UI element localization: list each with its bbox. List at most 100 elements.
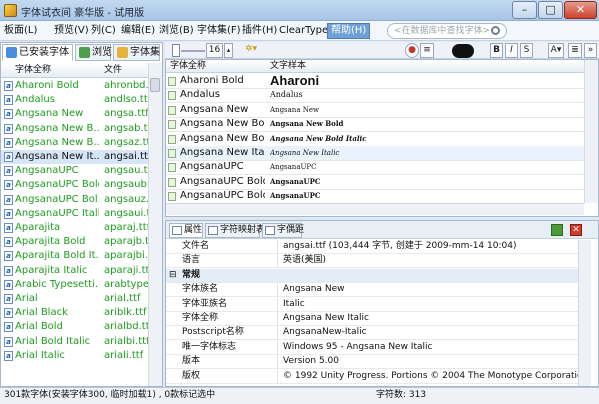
menu-panel[interactable]: 板面(L): [4, 24, 37, 38]
close-panel-icon[interactable]: ✕: [570, 224, 582, 236]
grid-row[interactable]: AngsanaUPC AngsanaUPC: [166, 160, 584, 176]
property-row[interactable]: 版本 Version 5.00: [166, 355, 578, 370]
font-file: aparaj.ttf: [104, 222, 148, 233]
font-list-row[interactable]: a Arial Black ariblk.ttf: [1, 306, 148, 320]
font-name: AngsanaUPC Bol...: [15, 193, 99, 205]
menu-browse[interactable]: 浏览(B): [159, 24, 194, 38]
font-style-icon[interactable]: A▾: [548, 43, 564, 58]
save-icon[interactable]: [551, 224, 563, 236]
tab-charmap[interactable]: 字符映射表: [205, 223, 265, 238]
size-spinner[interactable]: ▴: [224, 43, 233, 58]
col-file-header[interactable]: 文件: [104, 63, 122, 77]
font-list-row[interactable]: aAparajita Bold aparajb.ttf: [1, 235, 148, 249]
font-list-row[interactable]: aAngsanaUPC Italic angsaui.ttf: [1, 207, 148, 221]
menu-help[interactable]: 帮助(H): [327, 23, 371, 39]
property-group[interactable]: ⊟ 常规: [166, 268, 578, 283]
grid-row[interactable]: Angsana New Bold Angsana New Bold: [166, 117, 584, 133]
grid-font-sample: Angsana New Bold Italic: [270, 133, 367, 143]
size-field[interactable]: 16: [206, 43, 223, 58]
font-list-scrollbar[interactable]: [148, 63, 162, 386]
grid-row[interactable]: AngsanaUPC Bold I... AngsanaUPC: [166, 189, 584, 205]
close-button[interactable]: ✕: [564, 1, 597, 19]
font-list-row[interactable]: aArabic Typesetti... arabtype.ttf: [1, 278, 148, 292]
maximize-button[interactable]: □: [538, 1, 563, 19]
grid-hscrollbar[interactable]: [166, 203, 584, 215]
search-input[interactable]: <在数据库中查找字体>: [387, 23, 507, 39]
menu-fontset[interactable]: 字体集(F): [197, 24, 241, 38]
format-icon[interactable]: ≣: [568, 43, 582, 58]
strike-button[interactable]: S: [520, 43, 533, 58]
collapse-icon[interactable]: ⊟: [169, 269, 177, 282]
menu-preview[interactable]: 预览(V): [54, 24, 89, 38]
font-file: angsaui.ttf: [104, 207, 148, 219]
size-slider[interactable]: [181, 50, 205, 52]
grid-col-sample[interactable]: 文字样本: [270, 60, 306, 72]
font-list-row[interactable]: aAharoni Bold ahronbd.ttf: [1, 79, 148, 93]
size-slider-handle[interactable]: [172, 44, 180, 57]
property-row[interactable]: Postscript名称 AngsanaNew-Italic: [166, 326, 578, 341]
minimize-button[interactable]: –: [512, 1, 537, 19]
color-swatch-icon[interactable]: [452, 44, 474, 58]
col-fullname-header[interactable]: 字体全称: [15, 63, 51, 77]
font-list-row[interactable]: aAngsana New B... angsaz.ttf: [1, 136, 148, 150]
properties-scrollbar[interactable]: [578, 240, 591, 386]
menu-cleartype[interactable]: ClearType: [279, 24, 328, 38]
font-list-row[interactable]: aAparajita Bold It... aparajbi.ttf: [1, 249, 148, 263]
font-list-row[interactable]: aAngsanaUPC angsau.ttf: [1, 164, 148, 178]
menu-edit[interactable]: 编辑(E): [121, 24, 155, 38]
grid-row[interactable]: Andalus Andalus: [166, 88, 584, 104]
tab-fontset[interactable]: 字体集: [113, 44, 160, 61]
property-row[interactable]: 版权 © 1992 Unity Progress. Portions © 2004…: [166, 369, 578, 384]
font-list-row[interactable]: aAngsana New B... angsab.ttf: [1, 122, 148, 136]
grid-col-fullname[interactable]: 字体全称: [170, 60, 206, 72]
grid-font-sample: Aharoni: [270, 74, 320, 88]
property-row[interactable]: 语言 英语(美国): [166, 254, 578, 269]
font-list-row[interactable]: a Angsana New angsa.ttf: [1, 107, 148, 121]
font-icon: [168, 134, 176, 144]
grid-font-name: Angsana New Bold: [180, 118, 265, 130]
align-icon[interactable]: ≡: [420, 43, 434, 58]
font-list-scroll-thumb[interactable]: [150, 78, 160, 92]
property-value: Version 5.00: [283, 356, 339, 367]
grid-row[interactable]: AngsanaUPC Bold AngsanaUPC: [166, 175, 584, 190]
font-icon: [168, 192, 176, 202]
property-value: angsai.ttf (103,444 字节, 创建于 2009-mm-14 1…: [283, 241, 517, 251]
menu-columns[interactable]: 列(C): [91, 24, 116, 38]
color-icon[interactable]: ●: [405, 43, 419, 58]
more-icon[interactable]: »: [584, 43, 597, 58]
font-list-row[interactable]: a Arial Italic ariali.ttf: [1, 349, 148, 363]
grid-row[interactable]: Aharoni Bold Aharoni: [166, 74, 584, 89]
italic-button[interactable]: I: [505, 43, 518, 58]
grid-row[interactable]: Angsana New Bold ... Angsana New Bold Ita…: [166, 132, 584, 147]
settings-icon[interactable]: ✲▾: [240, 43, 262, 58]
grid-row[interactable]: Angsana New Italic Angsana New Italic: [166, 146, 584, 161]
tab-installed-fonts[interactable]: 已安装字体: [2, 44, 73, 61]
font-list-row[interactable]: a Arial Bold Italic arialbi.ttf: [1, 335, 148, 349]
property-row[interactable]: 字体全称 Angsana New Italic: [166, 312, 578, 326]
property-key: 字体亚族名: [182, 297, 278, 311]
bold-button[interactable]: B: [490, 43, 503, 58]
grid-font-sample: AngsanaUPC: [270, 163, 317, 172]
property-row[interactable]: 字体族名 Angsana New: [166, 283, 578, 298]
property-row[interactable]: 文件名 angsai.ttf (103,444 字节, 创建于 2009-mm-1…: [166, 240, 578, 254]
grid-font-name: Angsana New Bold ...: [180, 132, 265, 144]
property-row[interactable]: 唯一字体标志 Windows 95 - Angsana New Italic: [166, 340, 578, 355]
property-key: 字体族名: [182, 283, 278, 297]
tab-kerning[interactable]: 字偶距: [262, 223, 304, 238]
font-list-row[interactable]: aArial Bold arialbd.ttf: [1, 320, 148, 334]
menu-plugins[interactable]: 插件(H): [242, 24, 277, 38]
font-list-row[interactable]: aAparajita Italic aparaji.ttf: [1, 264, 148, 278]
font-list-row[interactable]: a Aparajita aparaj.ttf: [1, 221, 148, 235]
grid-vscrollbar[interactable]: [584, 60, 598, 203]
tab-properties[interactable]: 属性: [169, 223, 203, 238]
font-list-row[interactable]: aAngsanaUPC Bol... angsauz.ttf: [1, 193, 148, 207]
font-list-row[interactable]: aAngsanaUPC Bold angsaub.ttf: [1, 178, 148, 192]
tab-browse[interactable]: 浏览: [75, 44, 112, 61]
font-list-row[interactable]: a Arial arial.ttf: [1, 292, 148, 306]
font-list-row[interactable]: a Andalus andlso.ttf: [1, 93, 148, 107]
grid-row[interactable]: Angsana New Angsana New: [166, 103, 584, 118]
font-file: angsai.ttf: [104, 151, 148, 162]
property-row[interactable]: 字体亚族名 Italic: [166, 297, 578, 312]
font-list-row[interactable]: a Angsana New It... angsai.ttf: [1, 150, 148, 164]
search-icon[interactable]: [491, 26, 500, 35]
